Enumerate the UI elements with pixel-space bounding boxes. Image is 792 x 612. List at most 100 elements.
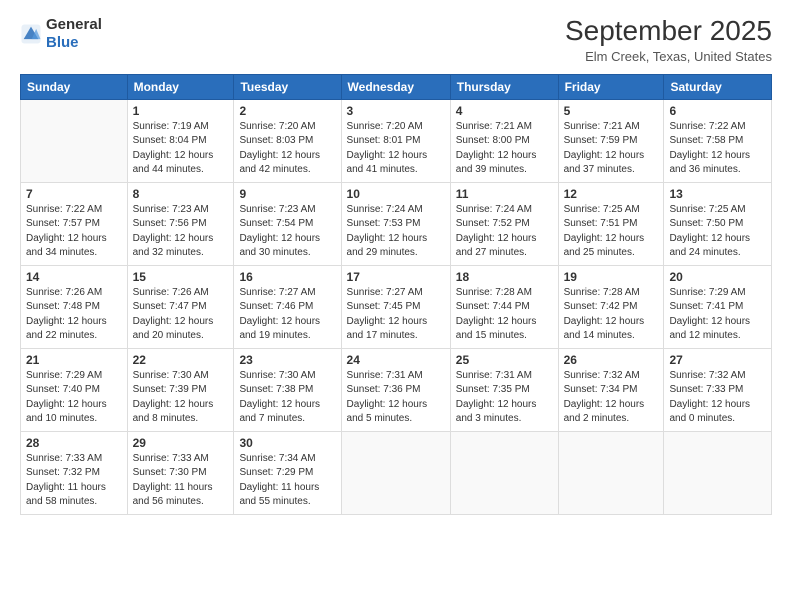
table-row: 18Sunrise: 7:28 AMSunset: 7:44 PMDayligh… xyxy=(450,265,558,348)
day-info: Sunrise: 7:22 AMSunset: 7:58 PMDaylight:… xyxy=(669,120,766,178)
table-row: 28 Sunrise: 7:33 AMSunset: 7:32 PMDayligh… xyxy=(21,431,128,514)
day-number: 4 xyxy=(456,104,553,118)
table-row: 30Sunrise: 7:34 AMSunset: 7:29 PMDayligh… xyxy=(234,431,341,514)
day-number: 10 xyxy=(347,187,445,201)
day-info: Sunrise: 7:33 AMSunset: 7:32 PMDaylight:… xyxy=(26,452,122,510)
table-row: 15 Sunrise: 7:26 AMSunset: 7:47 PMDayligh… xyxy=(127,265,234,348)
col-wednesday: Wednesday xyxy=(341,74,450,99)
day-number: 3 xyxy=(347,104,445,118)
day-number: 26 xyxy=(564,353,659,367)
day-number: 2 xyxy=(239,104,335,118)
day-number: 24 xyxy=(347,353,445,367)
logo-text: General Blue xyxy=(46,16,102,52)
day-info: Sunrise: 7:29 AMSunset: 7:40 PMDaylight:… xyxy=(26,369,122,427)
calendar-header-row: Sunday Monday Tuesday Wednesday Thursday… xyxy=(21,74,772,99)
table-row: 29 Sunrise: 7:33 AMSunset: 7:30 PMDayligh… xyxy=(127,431,234,514)
day-info: Sunrise: 7:27 AMSunset: 7:46 PMDaylight:… xyxy=(239,286,335,344)
day-number: 23 xyxy=(239,353,335,367)
day-number: 29 xyxy=(133,436,229,450)
day-info: Sunrise: 7:23 AMSunset: 7:54 PMDaylight:… xyxy=(239,203,335,261)
day-info: Sunrise: 7:25 AMSunset: 7:50 PMDaylight:… xyxy=(669,203,766,261)
table-row: 19 Sunrise: 7:28 AMSunset: 7:42 PMDayligh… xyxy=(558,265,664,348)
calendar-table: Sunday Monday Tuesday Wednesday Thursday… xyxy=(20,74,772,515)
day-number: 30 xyxy=(239,436,335,450)
day-info: Sunrise: 7:21 AMSunset: 8:00 PMDaylight:… xyxy=(456,120,553,178)
table-row: 8 Sunrise: 7:23 AMSunset: 7:56 PMDaylight… xyxy=(127,182,234,265)
table-row: 20 Sunrise: 7:29 AMSunset: 7:41 PMDayligh… xyxy=(664,265,772,348)
table-row: 25 Sunrise: 7:31 AMSunset: 7:35 PMDayligh… xyxy=(450,348,558,431)
day-number: 7 xyxy=(26,187,122,201)
col-monday: Monday xyxy=(127,74,234,99)
day-info: Sunrise: 7:29 AMSunset: 7:41 PMDaylight:… xyxy=(669,286,766,344)
day-info: Sunrise: 7:30 AMSunset: 7:39 PMDaylight:… xyxy=(133,369,229,427)
table-row: 26 Sunrise: 7:32 AMSunset: 7:34 PMDayligh… xyxy=(558,348,664,431)
day-info: Sunrise: 7:24 AMSunset: 7:52 PMDaylight:… xyxy=(456,203,553,261)
table-row: 3 Sunrise: 7:20 AMSunset: 8:01 PMDaylight… xyxy=(341,99,450,182)
page-title: September 2025 xyxy=(565,16,772,47)
day-info: Sunrise: 7:26 AMSunset: 7:47 PMDaylight:… xyxy=(133,286,229,344)
day-number: 15 xyxy=(133,270,229,284)
day-number: 28 xyxy=(26,436,122,450)
table-row xyxy=(664,431,772,514)
day-info: Sunrise: 7:23 AMSunset: 7:56 PMDaylight:… xyxy=(133,203,229,261)
col-friday: Friday xyxy=(558,74,664,99)
title-block: September 2025 Elm Creek, Texas, United … xyxy=(565,16,772,64)
day-info: Sunrise: 7:26 AMSunset: 7:48 PMDaylight:… xyxy=(26,286,122,344)
day-number: 6 xyxy=(669,104,766,118)
day-info: Sunrise: 7:28 AMSunset: 7:42 PMDaylight:… xyxy=(564,286,659,344)
day-number: 20 xyxy=(669,270,766,284)
col-saturday: Saturday xyxy=(664,74,772,99)
table-row: 21 Sunrise: 7:29 AMSunset: 7:40 PMDayligh… xyxy=(21,348,128,431)
day-number: 9 xyxy=(239,187,335,201)
table-row: 5 Sunrise: 7:21 AMSunset: 7:59 PMDaylight… xyxy=(558,99,664,182)
day-number: 19 xyxy=(564,270,659,284)
logo-icon xyxy=(20,23,42,45)
col-thursday: Thursday xyxy=(450,74,558,99)
day-number: 11 xyxy=(456,187,553,201)
logo: General Blue xyxy=(20,16,102,52)
table-row xyxy=(21,99,128,182)
day-number: 13 xyxy=(669,187,766,201)
day-info: Sunrise: 7:21 AMSunset: 7:59 PMDaylight:… xyxy=(564,120,659,178)
day-number: 8 xyxy=(133,187,229,201)
day-info: Sunrise: 7:28 AMSunset: 7:44 PMDaylight:… xyxy=(456,286,553,344)
table-row: 9 Sunrise: 7:23 AMSunset: 7:54 PMDaylight… xyxy=(234,182,341,265)
table-row: 14 Sunrise: 7:26 AMSunset: 7:48 PMDayligh… xyxy=(21,265,128,348)
table-row: 7 Sunrise: 7:22 AMSunset: 7:57 PMDaylight… xyxy=(21,182,128,265)
day-info: Sunrise: 7:24 AMSunset: 7:53 PMDaylight:… xyxy=(347,203,445,261)
table-row: 17Sunrise: 7:27 AMSunset: 7:45 PMDayligh… xyxy=(341,265,450,348)
day-info: Sunrise: 7:20 AMSunset: 8:03 PMDaylight:… xyxy=(239,120,335,178)
page-subtitle: Elm Creek, Texas, United States xyxy=(565,49,772,64)
table-row: 11 Sunrise: 7:24 AMSunset: 7:52 PMDayligh… xyxy=(450,182,558,265)
table-row: 6 Sunrise: 7:22 AMSunset: 7:58 PMDaylight… xyxy=(664,99,772,182)
day-number: 5 xyxy=(564,104,659,118)
day-info: Sunrise: 7:19 AMSunset: 8:04 PMDaylight:… xyxy=(133,120,229,178)
day-info: Sunrise: 7:33 AMSunset: 7:30 PMDaylight:… xyxy=(133,452,229,510)
table-row: 24 Sunrise: 7:31 AMSunset: 7:36 PMDayligh… xyxy=(341,348,450,431)
day-number: 25 xyxy=(456,353,553,367)
table-row: 1 Sunrise: 7:19 AMSunset: 8:04 PMDaylight… xyxy=(127,99,234,182)
table-row: 27Sunrise: 7:32 AMSunset: 7:33 PMDayligh… xyxy=(664,348,772,431)
table-row: 12Sunrise: 7:25 AMSunset: 7:51 PMDayligh… xyxy=(558,182,664,265)
day-info: Sunrise: 7:27 AMSunset: 7:45 PMDaylight:… xyxy=(347,286,445,344)
day-info: Sunrise: 7:20 AMSunset: 8:01 PMDaylight:… xyxy=(347,120,445,178)
day-info: Sunrise: 7:32 AMSunset: 7:33 PMDaylight:… xyxy=(669,369,766,427)
day-info: Sunrise: 7:31 AMSunset: 7:35 PMDaylight:… xyxy=(456,369,553,427)
table-row: 23Sunrise: 7:30 AMSunset: 7:38 PMDayligh… xyxy=(234,348,341,431)
day-number: 21 xyxy=(26,353,122,367)
table-row: 2 Sunrise: 7:20 AMSunset: 8:03 PMDaylight… xyxy=(234,99,341,182)
day-number: 1 xyxy=(133,104,229,118)
col-tuesday: Tuesday xyxy=(234,74,341,99)
day-number: 12 xyxy=(564,187,659,201)
col-sunday: Sunday xyxy=(21,74,128,99)
page-header: General Blue September 2025 Elm Creek, T… xyxy=(20,16,772,64)
table-row xyxy=(450,431,558,514)
day-info: Sunrise: 7:32 AMSunset: 7:34 PMDaylight:… xyxy=(564,369,659,427)
table-row xyxy=(558,431,664,514)
day-number: 14 xyxy=(26,270,122,284)
table-row: 16Sunrise: 7:27 AMSunset: 7:46 PMDayligh… xyxy=(234,265,341,348)
day-info: Sunrise: 7:31 AMSunset: 7:36 PMDaylight:… xyxy=(347,369,445,427)
day-info: Sunrise: 7:22 AMSunset: 7:57 PMDaylight:… xyxy=(26,203,122,261)
day-number: 22 xyxy=(133,353,229,367)
table-row: 13 Sunrise: 7:25 AMSunset: 7:50 PMDayligh… xyxy=(664,182,772,265)
